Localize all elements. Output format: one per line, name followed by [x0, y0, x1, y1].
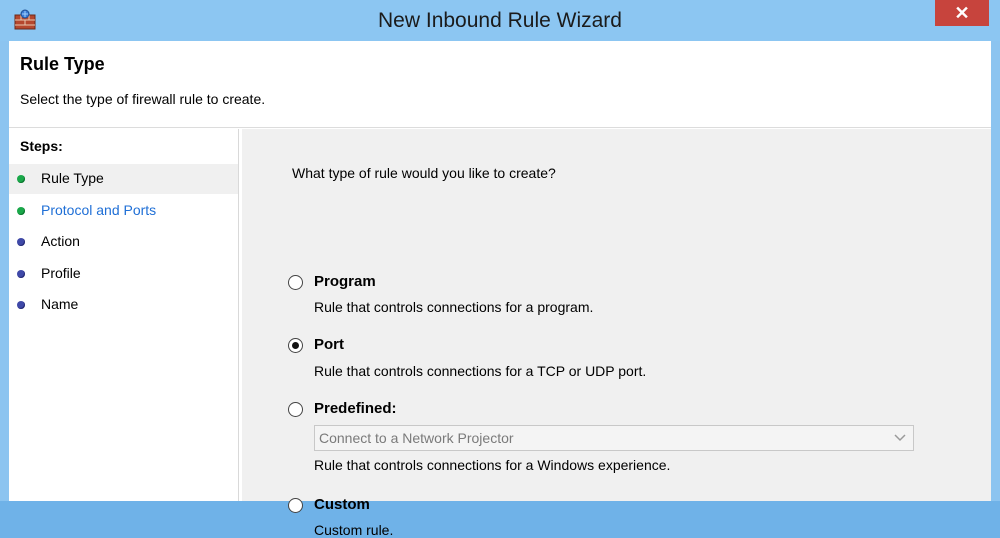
option-label: Program [314, 273, 376, 290]
status-dot-icon [17, 238, 25, 246]
predefined-radio[interactable] [288, 402, 303, 417]
window-title: New Inbound Rule Wizard [378, 9, 622, 32]
page-description: Select the type of firewall rule to crea… [20, 91, 266, 107]
step-name[interactable]: Name [9, 290, 238, 320]
option-description: Rule that controls connections for a TCP… [314, 363, 647, 379]
step-profile[interactable]: Profile [9, 259, 238, 289]
step-protocol-and-ports[interactable]: Protocol and Ports [9, 196, 238, 226]
status-dot-icon [17, 270, 25, 278]
step-label: Profile [41, 265, 81, 281]
select-value: Connect to a Network Projector [319, 430, 514, 446]
option-label: Port [314, 336, 344, 353]
option-label: Custom [314, 496, 370, 513]
option-label: Predefined: [314, 400, 397, 417]
close-button[interactable]: ✕ [935, 0, 989, 26]
step-rule-type[interactable]: Rule Type [9, 164, 238, 194]
page-title: Rule Type [20, 54, 105, 74]
question-text: What type of rule would you like to crea… [292, 165, 556, 181]
option-description: Rule that controls connections for a pro… [314, 299, 594, 315]
custom-radio[interactable] [288, 498, 303, 513]
wizard-client: Rule Type Select the type of firewall ru… [9, 41, 991, 538]
program-radio[interactable] [288, 275, 303, 290]
port-radio[interactable] [288, 338, 303, 353]
step-link[interactable]: Protocol and Ports [41, 202, 156, 218]
step-label: Name [41, 296, 79, 312]
title-bar[interactable]: New Inbound Rule Wizard ✕ [0, 0, 1000, 41]
predefined-select[interactable]: Connect to a Network Projector [314, 425, 914, 451]
content-panel: What type of rule would you like to crea… [242, 129, 991, 538]
radio-selected-dot [292, 342, 299, 349]
step-label: Rule Type [41, 170, 104, 186]
chevron-down-icon [894, 434, 906, 442]
option-description: Custom rule. [314, 522, 394, 538]
status-dot-icon [17, 207, 25, 215]
option-description: Rule that controls connections for a Win… [314, 457, 671, 473]
wizard-header: Rule Type Select the type of firewall ru… [9, 41, 991, 128]
status-dot-icon [17, 175, 25, 183]
close-icon: ✕ [954, 3, 970, 23]
steps-heading: Steps: [20, 138, 63, 154]
wizard-window: New Inbound Rule Wizard ✕ Rule Type Sele… [0, 0, 1000, 538]
step-label: Action [41, 233, 80, 249]
step-action[interactable]: Action [9, 227, 238, 257]
steps-panel: Steps: Rule Type Protocol and Ports Acti… [9, 129, 239, 501]
status-dot-icon [17, 301, 25, 309]
